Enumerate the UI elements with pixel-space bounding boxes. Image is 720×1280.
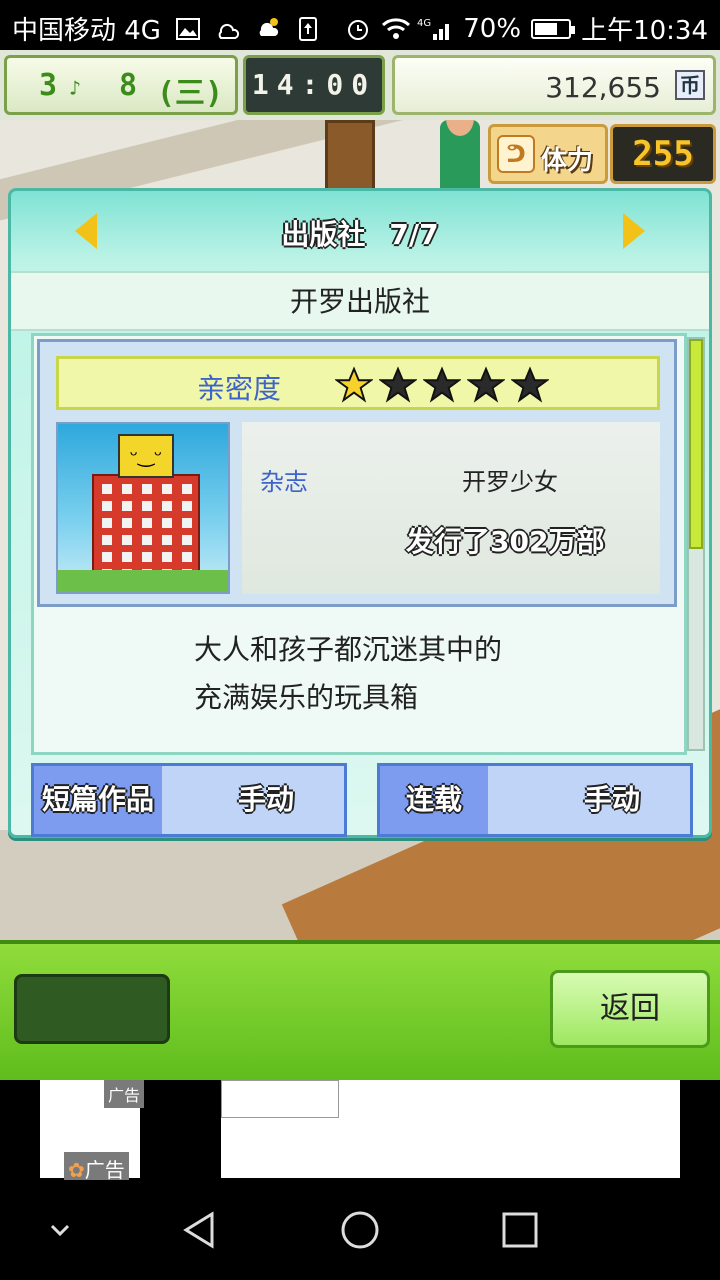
publisher-card: 亲密度 ᵕ‿ᵕ 杂志 开罗少女 发行了302万部: [37, 339, 677, 607]
ad-tag: 广告: [104, 1080, 145, 1108]
intimacy-bar: 亲密度: [56, 356, 660, 410]
weather-icon: [215, 16, 241, 42]
sales-text: 发行了302万部: [406, 525, 605, 558]
cloud-rain-icon: [255, 16, 281, 42]
intimacy-stars: [335, 366, 549, 404]
work-title: 开罗少女: [462, 468, 558, 496]
dialog-header: 出版社 7/7: [11, 191, 709, 271]
publisher-description: 大人和孩子都沉迷其中的 充满娱乐的玩具箱: [194, 626, 502, 722]
month-value: 3: [39, 68, 58, 103]
publisher-name: 开罗出版社: [11, 271, 709, 331]
money-display: 312,655 币: [392, 55, 716, 115]
description-line-1: 大人和孩子都沉迷其中的: [194, 633, 503, 666]
star-empty-icon: [423, 366, 461, 403]
smiley-sign-icon: ᵕ‿ᵕ: [118, 434, 174, 478]
ad-tag-2-text: 广告: [84, 1158, 125, 1182]
ad-logo-icon: ✿: [68, 1158, 85, 1182]
building-image: ᵕ‿ᵕ: [56, 422, 230, 594]
intimacy-label: 亲密度: [197, 372, 282, 405]
stamina-label: 体力: [541, 146, 594, 176]
top-hud: 3 ♪ 8 (三) 14:00 312,655 币: [0, 50, 720, 120]
star-empty-icon: [467, 366, 505, 403]
home-nav-icon[interactable]: [340, 1210, 380, 1250]
page-indicator: 7/7: [389, 218, 439, 251]
short-works-label: 短篇作品: [34, 766, 163, 834]
stamina-badge: ᕤ 体力: [488, 124, 608, 184]
bottom-bar: 返回: [0, 940, 720, 1080]
muscle-icon: ᕤ: [497, 135, 535, 173]
publisher-detail-panel: 亲密度 ᵕ‿ᵕ 杂志 开罗少女 发行了302万部 大人和孩子都沉迷其中的 充满娱…: [31, 333, 687, 755]
clock-label: 上午10:34: [581, 16, 708, 46]
recents-nav-icon[interactable]: [500, 1210, 540, 1250]
empty-slot: [14, 974, 170, 1044]
game-clock: 14:00: [243, 55, 385, 115]
serial-value: 手动: [583, 783, 640, 816]
star-empty-icon: [511, 366, 549, 403]
next-arrow-icon[interactable]: [623, 213, 645, 249]
hide-nav-icon[interactable]: [40, 1210, 80, 1250]
nav-bar: [0, 1180, 720, 1280]
back-nav-icon[interactable]: [180, 1210, 220, 1250]
ad-box[interactable]: [221, 1080, 339, 1118]
currency-icon: 币: [675, 70, 705, 100]
gallery-icon: [175, 16, 201, 42]
back-button[interactable]: 返回: [550, 970, 710, 1048]
month-unit-icon: ♪: [69, 76, 82, 100]
carrier-label: 中国移动 4G: [12, 16, 161, 46]
alarm-icon: [345, 16, 371, 42]
publisher-dialog: 出版社 7/7 开罗出版社 亲密度 ᵕ‿ᵕ 杂志 开罗少女 发行了302万部 大人…: [8, 188, 712, 838]
money-amount: 312,655: [545, 71, 661, 104]
battery-icon: [531, 18, 576, 39]
work-info: 杂志 开罗少女 发行了302万部: [242, 422, 660, 594]
short-works-option[interactable]: 短篇作品 手动: [31, 763, 347, 837]
upload-icon: [295, 16, 321, 42]
serial-option[interactable]: 连载 手动: [377, 763, 693, 837]
star-empty-icon: [379, 366, 417, 403]
star-filled-icon: [335, 366, 373, 403]
wifi-icon: [381, 16, 411, 42]
date-display: 3 ♪ 8 (三): [4, 55, 238, 115]
weekday-value: (三): [157, 76, 224, 111]
ad-banner[interactable]: 广告 ✿广告: [0, 1080, 720, 1185]
dialog-title-text: 出版社: [281, 218, 366, 251]
short-works-value: 手动: [237, 783, 294, 816]
scrollbar[interactable]: [687, 337, 705, 751]
description-line-2: 充满娱乐的玩具箱: [194, 681, 419, 714]
serial-label: 连载: [380, 766, 489, 834]
scrollbar-thumb[interactable]: [689, 339, 703, 549]
battery-percent: 70%: [463, 13, 522, 44]
network-tag: 4G: [417, 18, 431, 29]
stamina-value: 255: [610, 124, 716, 184]
dialog-title: 出版社 7/7: [11, 213, 709, 253]
week-value: 8: [119, 68, 138, 103]
work-type: 杂志: [260, 468, 308, 496]
status-bar: 中国移动 4G 4G 70% 上午10:34: [0, 0, 720, 50]
signal-icon: 4G: [417, 16, 453, 42]
